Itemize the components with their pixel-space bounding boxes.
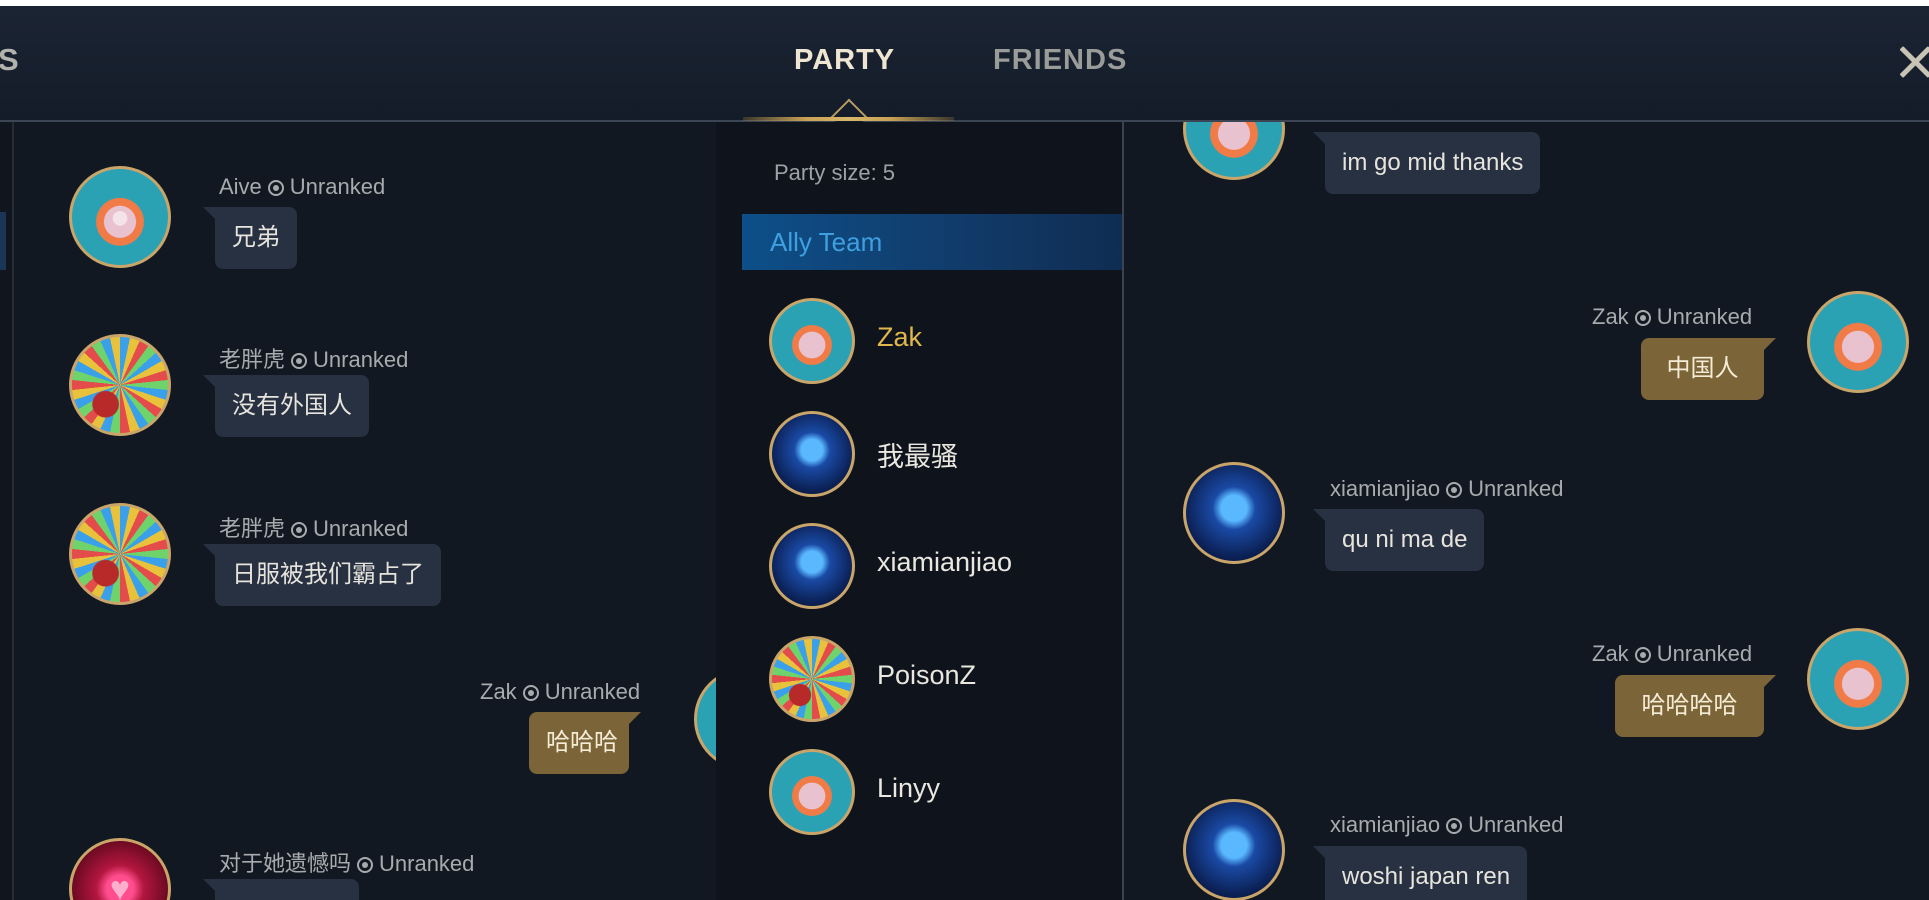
active-tab-underline [743,117,954,121]
confetti-icon[interactable] [69,503,171,605]
message-rank: Unranked [379,851,475,876]
left-edge-strip [0,122,12,900]
message-meta: xiamianjiao Unranked [1330,476,1563,502]
message-author: 老胖虎 [219,347,286,372]
message-rank: Unranked [313,516,409,541]
rank-dot-icon [1446,818,1463,834]
party-member[interactable]: Linyy [769,749,1109,839]
message-author: Zak [1592,304,1629,329]
message-rank: Unranked [1468,812,1564,837]
rank-dot-icon [522,685,539,701]
close-icon[interactable] [1897,44,1929,80]
message-meta: Zak Unranked [480,679,640,705]
ice-icon [769,411,855,497]
left-chat-panel: ● Aive Unranked 兄弟 老胖虎 Unranked 没有外国人 老胖虎 U… [12,122,718,900]
party-member[interactable]: 我最骚 [769,411,1109,501]
header-bar: S PARTY FRIENDS [0,6,1929,136]
party-member[interactable]: xiamianjiao [769,523,1109,613]
message-meta: xiamianjiao Unranked [1330,812,1563,838]
member-name: Zak [877,322,923,352]
tab-party[interactable]: PARTY [794,44,895,77]
confetti-icon[interactable] [69,334,171,436]
tab-friends[interactable]: FRIENDS [993,44,1127,77]
message-meta: Zak Unranked [1592,304,1752,330]
poro-icon[interactable] [1183,122,1285,180]
member-name: PoisonZ [877,660,977,690]
rank-dot-icon [1446,482,1463,498]
ice-icon[interactable] [1183,462,1285,564]
poro-icon [769,298,855,384]
message-rank: Unranked [1656,641,1753,666]
right-chat-panel: im go mid thanks Zak Unranked 中国人 xiamian… [1124,122,1929,900]
party-member-panel: Party size: 5 Ally Team Zak 我最骚 xiamianj… [716,122,1124,900]
message-bubble: 中国人 [1641,338,1776,400]
message-bubble: 没有外国人 [203,375,369,437]
message-bubble: 兄弟 [203,207,297,269]
left-edge-highlight [0,212,6,270]
rank-dot-icon [1634,310,1651,326]
ally-team-header[interactable]: Ally Team [742,214,1122,270]
rank-dot-icon [291,522,308,538]
rank-dot-icon [357,857,374,873]
message-author: Zak [1592,641,1629,666]
message-meta: 老胖虎 Unranked [219,342,408,374]
message-author: 老胖虎 [219,516,286,541]
message-rank: Unranked [1468,476,1564,501]
ice-icon [769,523,855,609]
message-rank: Unranked [1656,304,1753,329]
message-rank: Unranked [544,679,641,704]
message-bubble [203,879,359,900]
poro-icon[interactable] [1807,628,1909,730]
rank-dot-icon [1634,647,1651,663]
party-member[interactable]: Zak [769,298,1109,388]
cut-off-tab-label[interactable]: S [0,42,20,78]
member-name: 我最骚 [877,442,958,472]
message-bubble: 哈哈哈哈 [1615,675,1776,737]
message-author: 对于她遗憾吗 [219,851,352,876]
message-meta: Zak Unranked [1592,641,1752,667]
member-name: xiamianjiao [877,547,1013,577]
message-meta: 老胖虎 Unranked [219,511,408,543]
message-rank: Unranked [289,174,386,199]
rank-dot-icon [267,180,284,196]
message-author: Aive [219,174,262,199]
message-author: Zak [480,679,517,704]
poro-icon[interactable] [1807,291,1909,393]
party-chat-window: S PARTY FRIENDS ● Aive Unranked 兄弟 老胖虎 Unr… [0,6,1929,900]
message-meta: 对于她遗憾吗 Unranked [219,846,474,878]
party-size-label: Party size: 5 [774,160,896,185]
message-bubble: im go mid thanks [1312,132,1541,194]
message-bubble: woshi japan ren [1312,846,1528,900]
message-bubble: 日服被我们霸占了 [203,544,441,606]
message-author: xiamianjiao [1330,476,1441,501]
heart-icon[interactable]: ♥ [69,838,171,900]
message-meta: Aive Unranked [219,174,385,200]
member-name: Linyy [877,773,941,803]
ice-icon[interactable] [1183,799,1285,900]
poro-icon [769,749,855,835]
party-member[interactable]: PoisonZ [769,636,1109,726]
message-rank: Unranked [313,347,409,372]
message-author: xiamianjiao [1330,812,1441,837]
poro-icon[interactable] [694,668,718,770]
message-bubble: 哈哈哈 [529,712,641,774]
confetti-icon [769,636,855,722]
rank-dot-icon [291,353,308,369]
message-bubble: qu ni ma de [1312,509,1485,571]
poro-icon[interactable]: ● [69,166,171,268]
